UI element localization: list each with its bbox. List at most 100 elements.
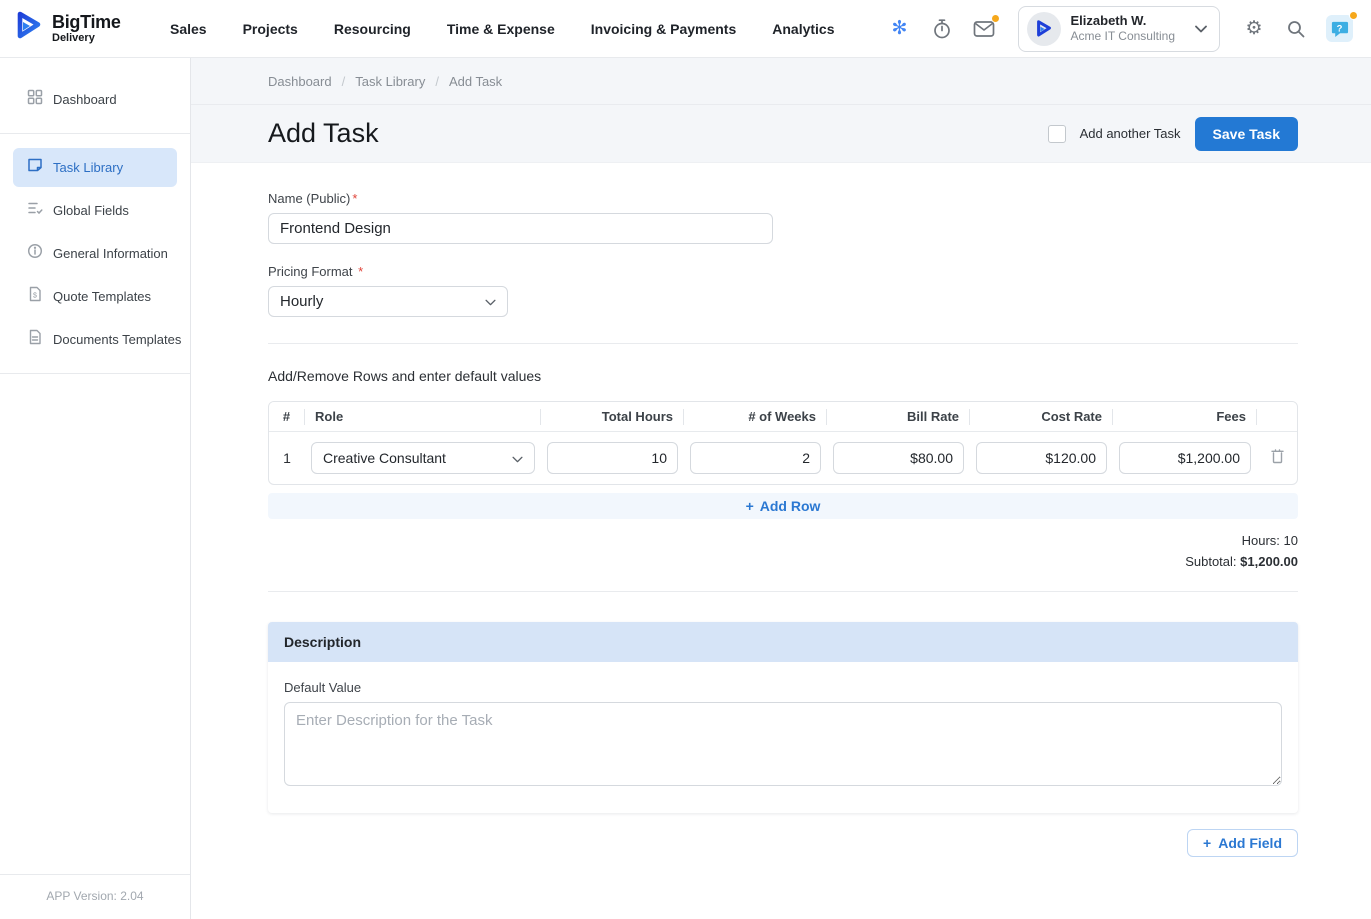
nav-item-time-expense[interactable]: Time & Expense bbox=[447, 21, 555, 37]
document-icon bbox=[27, 329, 43, 350]
sidebar-item-global-fields[interactable]: Global Fields bbox=[13, 191, 177, 230]
dashboard-grid-icon bbox=[27, 89, 43, 110]
help-icon[interactable]: ? bbox=[1326, 15, 1353, 42]
add-row-label: Add Row bbox=[760, 498, 821, 514]
list-check-icon bbox=[27, 200, 43, 221]
breadcrumb-separator: / bbox=[342, 74, 346, 89]
info-circle-icon bbox=[27, 243, 43, 264]
form-body: Name (Public)* Pricing Format * Hourly A… bbox=[191, 163, 1371, 919]
sidebar-footer: APP Version: 2.04 bbox=[0, 874, 190, 919]
sidebar-item-label: Global Fields bbox=[53, 203, 129, 218]
cost-rate-input[interactable] bbox=[976, 442, 1107, 474]
add-field-button[interactable]: + Add Field bbox=[1187, 829, 1298, 857]
bigtime-logo-icon bbox=[14, 10, 44, 47]
nav-item-projects[interactable]: Projects bbox=[243, 21, 298, 37]
top-navigation: BigTime Delivery Sales Projects Resourci… bbox=[0, 0, 1371, 58]
hours-total: Hours: 10 bbox=[268, 531, 1298, 552]
description-textarea[interactable] bbox=[284, 702, 1282, 786]
user-name: Elizabeth W. bbox=[1071, 13, 1176, 29]
rows-section-label: Add/Remove Rows and enter default values bbox=[268, 368, 1298, 384]
plus-icon: + bbox=[1203, 835, 1211, 851]
task-note-icon bbox=[27, 157, 43, 178]
messages-icon[interactable] bbox=[972, 17, 996, 41]
nav-item-sales[interactable]: Sales bbox=[170, 21, 207, 37]
chevron-down-icon bbox=[512, 450, 523, 466]
sidebar-item-label: Dashboard bbox=[53, 92, 117, 107]
breadcrumb-add-task: Add Task bbox=[449, 74, 502, 89]
settings-gear-icon[interactable]: ⚙ bbox=[1242, 17, 1266, 41]
sidebar: Dashboard Task Library bbox=[0, 58, 191, 919]
name-public-input[interactable] bbox=[268, 213, 773, 244]
pricing-format-value: Hourly bbox=[280, 293, 323, 310]
help-notification-dot bbox=[1349, 11, 1358, 20]
add-row-button[interactable]: + Add Row bbox=[268, 493, 1298, 519]
sidebar-item-dashboard[interactable]: Dashboard bbox=[13, 80, 177, 119]
avatar bbox=[1027, 12, 1061, 46]
nav-item-invoicing-payments[interactable]: Invoicing & Payments bbox=[591, 21, 736, 37]
sidebar-item-quote-templates[interactable]: $ Quote Templates bbox=[13, 277, 177, 316]
weeks-input[interactable] bbox=[690, 442, 821, 474]
breadcrumb-separator: / bbox=[435, 74, 439, 89]
main-nav: Sales Projects Resourcing Time & Expense… bbox=[170, 21, 835, 37]
delete-row-button[interactable] bbox=[1257, 448, 1297, 469]
column-header-cost-rate: Cost Rate bbox=[970, 409, 1113, 425]
header-actions: Add another Task Save Task bbox=[1048, 117, 1298, 151]
role-select[interactable]: Creative Consultant bbox=[311, 442, 535, 474]
breadcrumb-task-library[interactable]: Task Library bbox=[355, 74, 425, 89]
topnav-right: ✻ bbox=[888, 6, 1354, 52]
sidebar-item-label: Quote Templates bbox=[53, 289, 151, 304]
brand-logo[interactable]: BigTime Delivery bbox=[14, 10, 146, 47]
messages-notification-dot bbox=[991, 14, 1000, 23]
role-value: Creative Consultant bbox=[323, 450, 446, 466]
account-menu[interactable]: Elizabeth W. Acme IT Consulting bbox=[1018, 6, 1221, 52]
sidebar-divider bbox=[0, 133, 190, 134]
sidebar-item-documents-templates[interactable]: Documents Templates bbox=[13, 320, 177, 359]
table-row: 1 Creative Consultant bbox=[269, 432, 1297, 484]
sidebar-item-label: Task Library bbox=[53, 160, 123, 175]
sidebar-item-general-information[interactable]: General Information bbox=[13, 234, 177, 273]
nav-item-resourcing[interactable]: Resourcing bbox=[334, 21, 411, 37]
brand-name: BigTime bbox=[52, 13, 121, 31]
default-value-label: Default Value bbox=[284, 680, 1282, 695]
timer-icon[interactable] bbox=[930, 17, 954, 41]
column-header-total-hours: Total Hours bbox=[541, 409, 684, 425]
plus-icon: + bbox=[746, 498, 754, 514]
trash-icon bbox=[1270, 448, 1285, 469]
totals: Hours: 10 Subtotal: $1,200.00 bbox=[268, 531, 1298, 573]
fees-input[interactable] bbox=[1119, 442, 1251, 474]
chevron-down-icon bbox=[485, 293, 496, 310]
subtotal: Subtotal: $1,200.00 bbox=[268, 552, 1298, 573]
sidebar-item-label: Documents Templates bbox=[53, 332, 181, 347]
name-public-label: Name (Public)* bbox=[268, 191, 1298, 206]
search-icon[interactable] bbox=[1284, 17, 1308, 41]
column-header-bill-rate: Bill Rate bbox=[827, 409, 970, 425]
pricing-format-select[interactable]: Hourly bbox=[268, 286, 508, 317]
add-field-label: Add Field bbox=[1218, 835, 1282, 851]
add-another-task-label[interactable]: Add another Task bbox=[1080, 126, 1181, 141]
column-header-role: Role bbox=[305, 409, 541, 425]
sidebar-divider bbox=[0, 373, 190, 374]
breadcrumb: Dashboard / Task Library / Add Task bbox=[191, 58, 1371, 105]
user-company: Acme IT Consulting bbox=[1071, 29, 1176, 44]
svg-text:$: $ bbox=[33, 293, 37, 300]
svg-text:?: ? bbox=[1337, 23, 1343, 34]
section-divider bbox=[268, 591, 1298, 592]
description-body: Default Value bbox=[268, 662, 1298, 813]
save-task-button[interactable]: Save Task bbox=[1195, 117, 1298, 151]
row-number: 1 bbox=[269, 450, 305, 466]
total-hours-input[interactable] bbox=[547, 442, 678, 474]
chevron-down-icon bbox=[1195, 20, 1207, 38]
add-another-task-checkbox[interactable] bbox=[1048, 125, 1066, 143]
column-header-actions bbox=[1257, 409, 1297, 425]
bill-rate-input[interactable] bbox=[833, 442, 964, 474]
app-version: APP Version: 2.04 bbox=[46, 889, 143, 903]
brand-subname: Delivery bbox=[52, 33, 121, 44]
breadcrumb-dashboard[interactable]: Dashboard bbox=[268, 74, 332, 89]
ai-sparkle-icon[interactable]: ✻ bbox=[888, 17, 912, 41]
sidebar-item-task-library[interactable]: Task Library bbox=[13, 148, 177, 187]
nav-item-analytics[interactable]: Analytics bbox=[772, 21, 834, 37]
page: BigTime Delivery Sales Projects Resourci… bbox=[0, 0, 1371, 919]
page-header: Add Task Add another Task Save Task bbox=[191, 105, 1371, 163]
page-title: Add Task bbox=[268, 118, 379, 149]
main-content: Dashboard / Task Library / Add Task Add … bbox=[191, 58, 1371, 919]
